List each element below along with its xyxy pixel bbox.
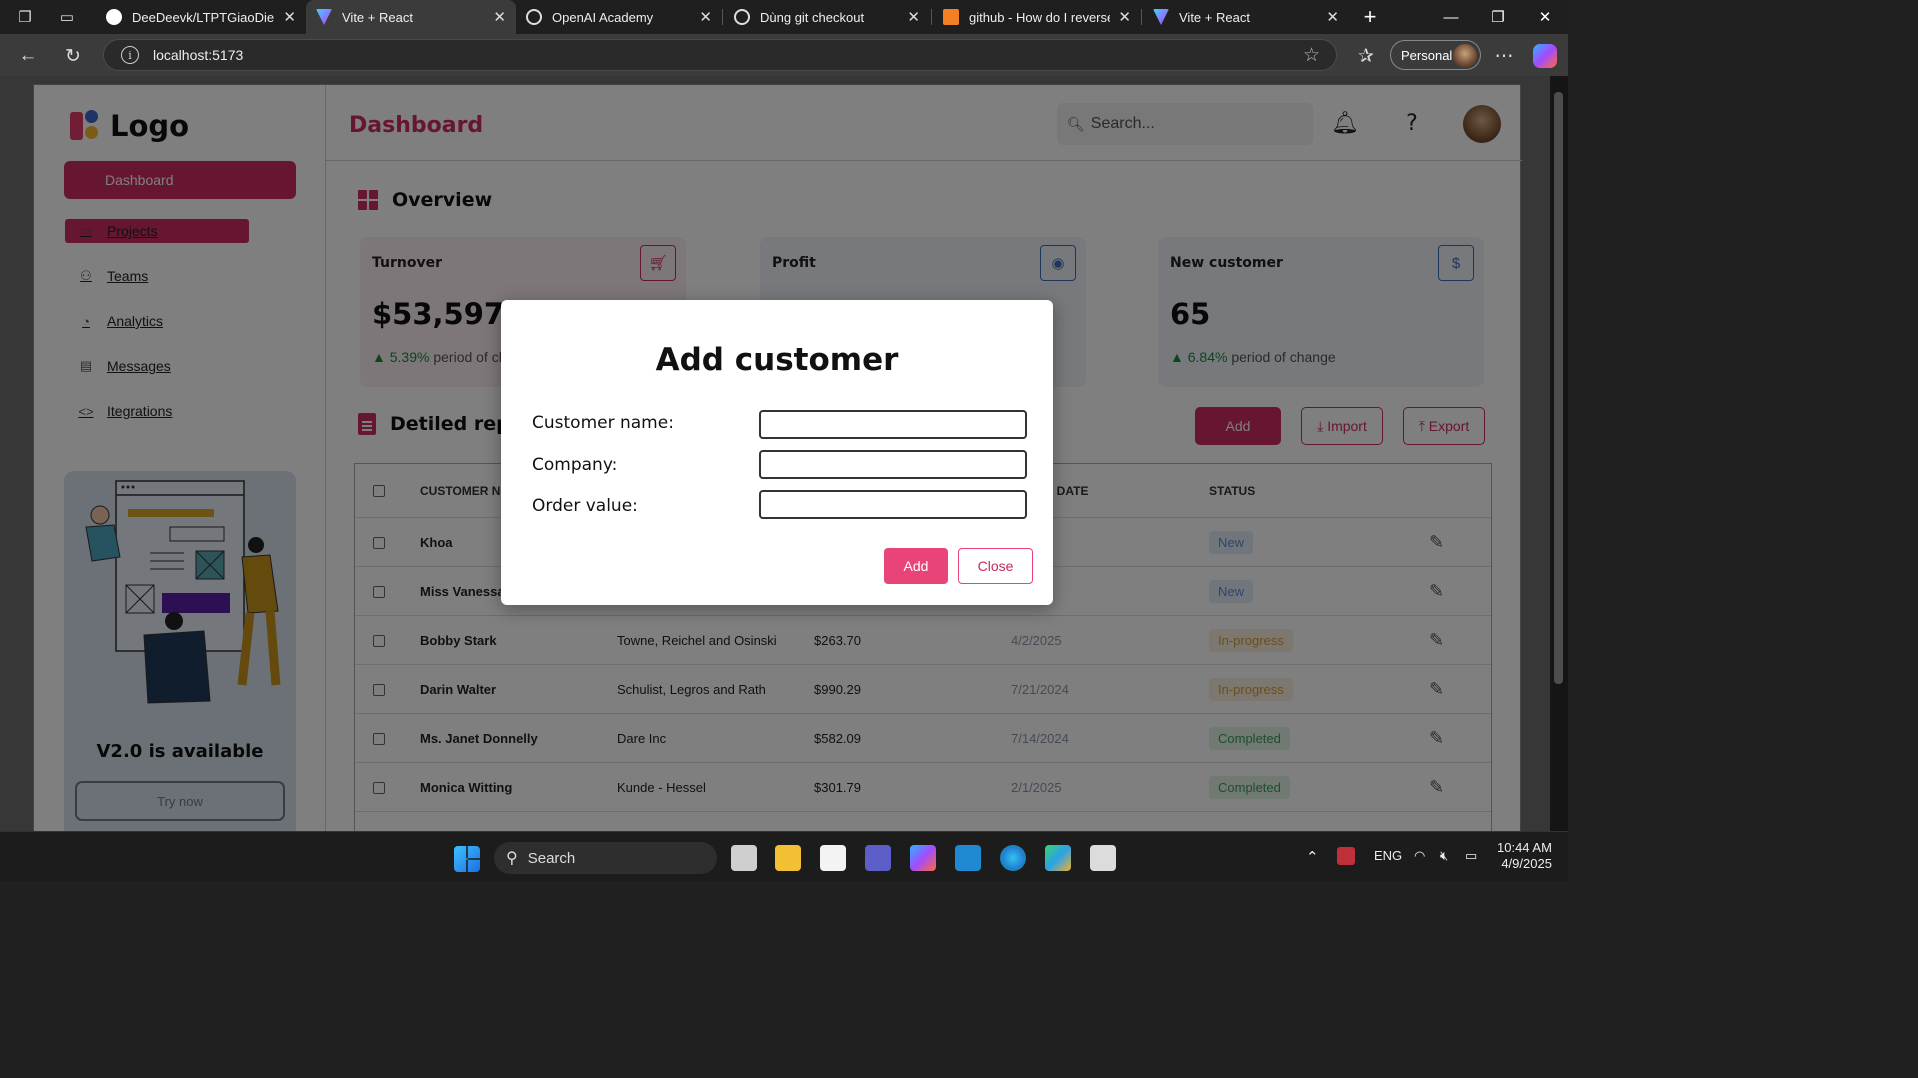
wifi-icon[interactable]: ◠ bbox=[1414, 848, 1425, 864]
language-indicator[interactable]: ENG bbox=[1374, 848, 1402, 863]
stackoverflow-icon bbox=[943, 9, 959, 25]
address-row: ← ↻ i localhost:5173 ☆ ✰ Personal ⋯ bbox=[0, 34, 1568, 76]
github-icon bbox=[106, 9, 122, 25]
favorite-star-icon[interactable]: ☆ bbox=[1303, 44, 1320, 67]
chevron-up-icon[interactable]: ⌃ bbox=[1306, 848, 1319, 866]
close-tab-icon[interactable]: ✕ bbox=[907, 8, 920, 26]
vivaldi-tray-icon[interactable] bbox=[1337, 847, 1355, 865]
search-icon: ⚲ bbox=[506, 850, 518, 867]
clock[interactable]: 10:44 AM 4/9/2025 bbox=[1497, 840, 1552, 872]
tab-vite-react[interactable]: Vite + React ✕ bbox=[1143, 0, 1349, 34]
add-customer-modal: Add customer Customer name: Company: Ord… bbox=[501, 300, 1053, 605]
profile-avatar bbox=[1453, 44, 1477, 68]
order-value-input[interactable] bbox=[759, 490, 1027, 519]
order-value-label: Order value: bbox=[532, 496, 638, 516]
new-tab-icon[interactable]: + bbox=[1350, 0, 1390, 34]
tab-openai-academy[interactable]: OpenAI Academy ✕ bbox=[516, 0, 722, 34]
copilot-app-icon[interactable] bbox=[910, 845, 936, 871]
windows-taskbar: ⚲ Search ⌃ ENG ◠ 🔇︎ ▭ 10:44 AM 4/9/2025 bbox=[0, 831, 1568, 881]
modal-close-button[interactable]: Close bbox=[958, 548, 1033, 584]
company-label: Company: bbox=[532, 455, 618, 475]
browser-tab-bar: ❐ ▭ DeeDeevk/LTPTGiaoDien_N ✕ Vite + Rea… bbox=[0, 0, 1568, 34]
close-tab-icon[interactable]: ✕ bbox=[283, 8, 296, 26]
vite-icon bbox=[316, 9, 332, 25]
web-viewport: Logo Dashboard ▭ Projects ⚇ Teams ◔ Anal… bbox=[0, 76, 1568, 831]
site-info-icon[interactable]: i bbox=[121, 46, 139, 64]
edge-icon[interactable] bbox=[1000, 845, 1026, 871]
start-icon[interactable] bbox=[454, 846, 480, 872]
back-icon[interactable]: ← bbox=[14, 42, 42, 70]
address-bar[interactable]: i localhost:5173 ☆ bbox=[103, 39, 1337, 71]
openai-icon bbox=[734, 9, 750, 25]
task-view-icon[interactable] bbox=[731, 845, 757, 871]
tab-github[interactable]: DeeDeevk/LTPTGiaoDien_N ✕ bbox=[96, 0, 306, 34]
copilot-icon[interactable] bbox=[1533, 44, 1557, 68]
close-tab-icon[interactable]: ✕ bbox=[493, 8, 506, 26]
git-tool-icon[interactable] bbox=[1045, 845, 1071, 871]
taskbar-search[interactable]: ⚲ Search bbox=[494, 842, 717, 874]
customer-name-label: Customer name: bbox=[532, 413, 674, 433]
profile-button[interactable]: Personal bbox=[1390, 40, 1481, 70]
workspaces-icon[interactable]: ❐ bbox=[12, 4, 38, 30]
tab-actions-icon[interactable]: ▭ bbox=[54, 4, 80, 30]
modal-add-button[interactable]: Add bbox=[884, 548, 948, 584]
minimize-icon[interactable]: — bbox=[1428, 0, 1474, 34]
snipping-tool-icon[interactable] bbox=[1090, 845, 1116, 871]
modal-title: Add customer bbox=[655, 342, 899, 378]
close-tab-icon[interactable]: ✕ bbox=[1326, 8, 1339, 26]
speaker-muted-icon[interactable]: 🔇︎ bbox=[1440, 848, 1448, 864]
customer-name-input[interactable] bbox=[759, 410, 1027, 439]
tab-stackoverflow[interactable]: github - How do I reverse a ✕ bbox=[933, 0, 1141, 34]
openai-icon bbox=[526, 9, 542, 25]
vite-icon bbox=[1153, 9, 1169, 25]
url-text: localhost:5173 bbox=[153, 47, 244, 63]
close-tab-icon[interactable]: ✕ bbox=[1118, 8, 1131, 26]
tab-git-checkout[interactable]: Dùng git checkout ✕ bbox=[724, 0, 930, 34]
close-window-icon[interactable]: ✕ bbox=[1522, 0, 1568, 34]
company-input[interactable] bbox=[759, 450, 1027, 479]
tab-vite-react-active[interactable]: Vite + React ✕ bbox=[306, 0, 516, 34]
vscode-icon[interactable] bbox=[955, 845, 981, 871]
close-tab-icon[interactable]: ✕ bbox=[699, 8, 712, 26]
battery-icon[interactable]: ▭ bbox=[1465, 848, 1477, 864]
refresh-icon[interactable]: ↻ bbox=[59, 42, 87, 70]
restore-icon[interactable]: ❐ bbox=[1475, 0, 1521, 34]
more-menu-icon[interactable]: ⋯ bbox=[1490, 42, 1518, 70]
file-explorer-icon[interactable] bbox=[775, 845, 801, 871]
favorites-icon[interactable]: ✰ bbox=[1352, 42, 1380, 70]
store-icon[interactable] bbox=[820, 845, 846, 871]
teams-app-icon[interactable] bbox=[865, 845, 891, 871]
